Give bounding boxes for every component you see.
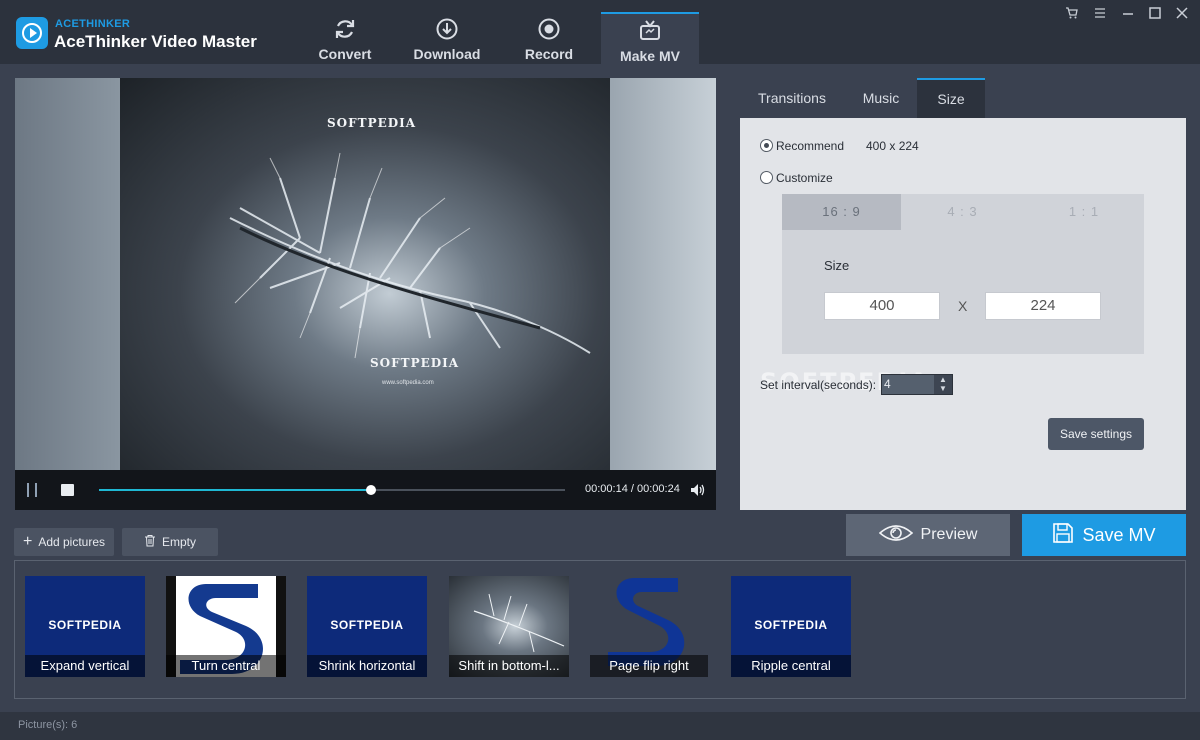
tab-record-label: Record — [524, 46, 574, 62]
customize-label: Customize — [776, 171, 833, 185]
tab-music[interactable]: Music — [846, 78, 916, 118]
empty-label: Empty — [161, 535, 196, 549]
tab-download-label: Download — [413, 46, 481, 62]
tab-size[interactable]: Size — [917, 78, 985, 118]
title-bar: ACETHINKER AceThinker Video Master Conve… — [0, 0, 1200, 64]
close-icon[interactable] — [1170, 6, 1194, 26]
minimize-icon[interactable] — [1116, 6, 1140, 26]
thumbnail-page-flip-right[interactable]: Page flip right — [590, 576, 710, 677]
progress-knob[interactable] — [365, 485, 376, 495]
app-title: AceThinker Video Master — [54, 32, 257, 51]
thumb-caption: Ripple central — [731, 655, 851, 677]
video-preview: SOFTPEDIA SOFTPEDIA www.softpedia.com — [15, 78, 716, 470]
menu-icon[interactable] — [1088, 6, 1112, 26]
frost-branch-image — [229, 152, 591, 359]
save-settings-button[interactable]: Save settings — [1048, 418, 1144, 450]
save-icon — [1052, 522, 1074, 549]
interval-spinner[interactable]: 4 ▲ ▼ — [881, 374, 953, 395]
tab-convert-label: Convert — [318, 46, 372, 62]
playback-bar: 00:00:14 / 00:00:24 — [15, 470, 716, 510]
tab-record[interactable]: Record — [500, 12, 598, 64]
app-logo-icon — [16, 17, 48, 49]
recommend-value: 400 x 224 — [866, 139, 919, 153]
ratio-1-1[interactable]: 1 : 1 — [1024, 194, 1144, 230]
picture-count: Picture(s): 6 — [18, 719, 78, 731]
preview-blur-right — [610, 78, 716, 470]
interval-value[interactable]: 4 — [882, 375, 934, 394]
thumb-caption: Turn central — [166, 655, 286, 677]
pause-icon[interactable] — [27, 483, 37, 497]
tab-transitions[interactable]: Transitions — [740, 78, 844, 118]
preview-button[interactable]: Preview — [846, 514, 1010, 556]
customize-radio[interactable] — [760, 171, 773, 184]
preview-frame: SOFTPEDIA SOFTPEDIA www.softpedia.com — [120, 78, 610, 470]
size-settings-panel: Recommend 400 x 224 Customize 16 : 9 4 :… — [740, 118, 1186, 510]
tv-icon — [601, 18, 699, 44]
tab-make-mv-label: Make MV — [620, 48, 680, 64]
width-input[interactable]: 400 — [824, 292, 940, 320]
spinner-arrows-icon[interactable]: ▲ ▼ — [934, 375, 952, 394]
thumbnail-ripple-central[interactable]: SOFTPEDIA Ripple central — [731, 576, 851, 677]
progress-fill — [99, 489, 371, 491]
download-icon — [398, 16, 496, 42]
preview-blur-left — [15, 78, 120, 470]
thumb-caption: Shrink horizontal — [307, 655, 427, 677]
size-label: Size — [824, 258, 850, 273]
tab-make-mv[interactable]: Make MV — [601, 12, 699, 64]
refresh-icon — [296, 16, 394, 42]
ratio-16-9[interactable]: 16 : 9 — [782, 194, 901, 230]
watermark-top: SOFTPEDIA — [327, 116, 417, 130]
thumbnail-expand-vertical[interactable]: SOFTPEDIA Expand vertical — [25, 576, 145, 677]
interval-label: Set interval(seconds): — [760, 378, 877, 392]
timecode: 00:00:14 / 00:00:24 — [585, 483, 680, 495]
recommend-label: Recommend — [776, 139, 845, 153]
stop-icon[interactable] — [61, 484, 74, 496]
recommend-radio[interactable] — [760, 139, 773, 152]
height-input[interactable]: 224 — [985, 292, 1101, 320]
maximize-icon[interactable] — [1143, 6, 1167, 26]
tab-download[interactable]: Download — [398, 12, 496, 64]
thumb-caption: Expand vertical — [25, 655, 145, 677]
record-icon — [500, 16, 598, 42]
save-mv-label: Save MV — [1082, 524, 1156, 545]
watermark-bottom: SOFTPEDIA — [370, 356, 460, 370]
add-pictures-button[interactable]: + Add pictures — [14, 528, 114, 556]
pictures-strip: SOFTPEDIA Expand vertical Turn central S… — [14, 560, 1186, 699]
eye-icon — [878, 523, 913, 548]
status-bar: Picture(s): 6 — [0, 712, 1200, 740]
thumb-softpedia-text: SOFTPEDIA — [754, 618, 828, 632]
cart-icon[interactable] — [1060, 6, 1084, 26]
save-mv-button[interactable]: Save MV — [1022, 514, 1186, 556]
aspect-ratio-selector: 16 : 9 4 : 3 1 : 1 — [782, 194, 1144, 230]
tab-convert[interactable]: Convert — [296, 12, 394, 64]
trash-icon — [144, 534, 156, 550]
custom-size-box: Size 400 X 224 — [782, 230, 1144, 354]
thumbnail-shift-in-bottom[interactable]: Shift in bottom-l... — [449, 576, 569, 677]
thumb-softpedia-text: SOFTPEDIA — [48, 618, 122, 632]
empty-button[interactable]: Empty — [122, 528, 218, 556]
thumbnail-turn-central[interactable]: Turn central — [166, 576, 286, 677]
thumb-softpedia-text: SOFTPEDIA — [330, 618, 404, 632]
thumbnail-shrink-horizontal[interactable]: SOFTPEDIA Shrink horizontal — [307, 576, 427, 677]
plus-icon: + — [22, 533, 33, 550]
ratio-4-3[interactable]: 4 : 3 — [903, 194, 1022, 230]
add-pictures-label: Add pictures — [38, 535, 106, 549]
thumb-caption: Shift in bottom-l... — [449, 655, 569, 677]
preview-label: Preview — [920, 526, 978, 543]
volume-icon[interactable] — [689, 481, 707, 499]
thumb-caption: Page flip right — [590, 655, 708, 677]
x-label: X — [958, 298, 968, 314]
brand-small-label: ACETHINKER — [55, 18, 131, 30]
progress-track[interactable] — [99, 489, 565, 491]
watermark-url: www.softpedia.com — [382, 380, 434, 386]
